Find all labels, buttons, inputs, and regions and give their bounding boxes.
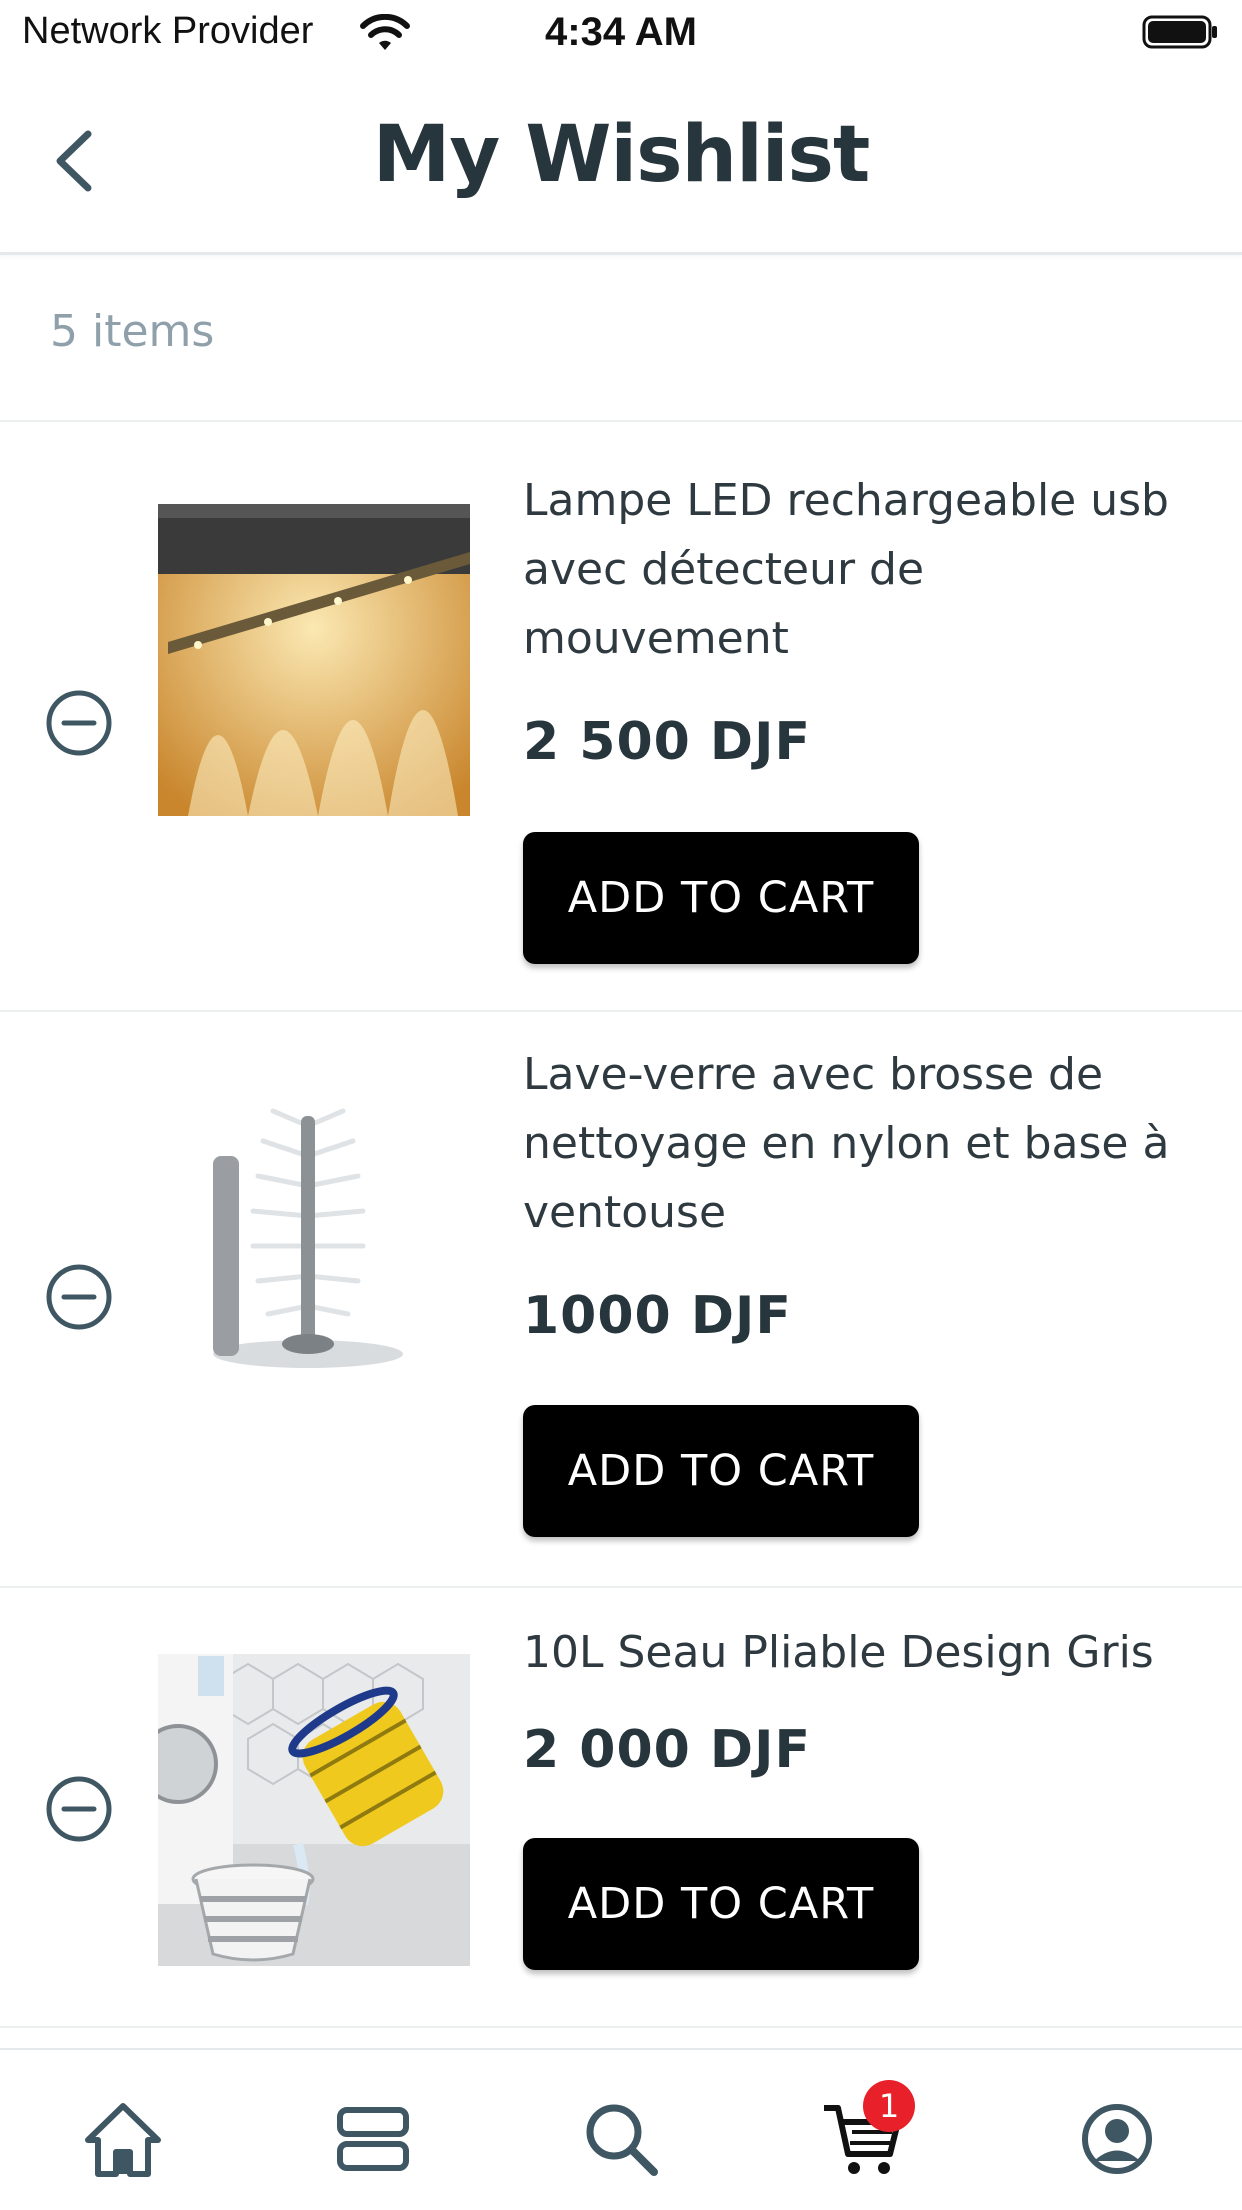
product-title[interactable]: 10L Seau Pliable Design Gris: [523, 1618, 1183, 1687]
wishlist-item: Lave-verre avec brosse de nettoyage en n…: [0, 1012, 1242, 1588]
bottom-tab-bar: [0, 2048, 1242, 2210]
product-image-folding-bucket[interactable]: [158, 1654, 470, 1966]
product-image-glass-brush[interactable]: [158, 1076, 470, 1388]
product-price: 2 500 DJF: [523, 712, 811, 772]
remove-circle-icon[interactable]: [44, 1262, 114, 1332]
profile-icon[interactable]: [1074, 2096, 1160, 2182]
home-icon[interactable]: [80, 2096, 166, 2182]
add-to-cart-button[interactable]: ADD TO CART: [523, 1838, 919, 1970]
product-image-led-lamp[interactable]: [158, 504, 470, 816]
remove-circle-icon[interactable]: [44, 688, 114, 758]
header: My Wishlist: [0, 70, 1242, 255]
wishlist-item: 10L Seau Pliable Design Gris 2 000 DJF A…: [0, 1588, 1242, 2028]
product-title[interactable]: Lampe LED rechargeable usb avec détecteu…: [523, 466, 1183, 673]
item-count-row: 5 items: [0, 254, 1242, 422]
wishlist-item: Lampe LED rechargeable usb avec détecteu…: [0, 422, 1242, 1012]
status-bar: Network Provider 4:34 AM: [0, 0, 1242, 70]
product-price: 2 000 DJF: [523, 1720, 811, 1780]
battery-icon: [1142, 15, 1217, 49]
search-icon[interactable]: [578, 2096, 664, 2182]
product-price: 1000 DJF: [523, 1286, 792, 1346]
remove-circle-icon[interactable]: [44, 1774, 114, 1844]
item-count: 5 items: [50, 306, 215, 357]
clock: 4:34 AM: [545, 10, 697, 54]
cart-count-badge: 1: [863, 2080, 915, 2132]
add-to-cart-button[interactable]: ADD TO CART: [523, 832, 919, 964]
categories-icon[interactable]: [330, 2096, 416, 2182]
add-to-cart-button[interactable]: ADD TO CART: [523, 1405, 919, 1537]
page-title: My Wishlist: [372, 110, 871, 200]
product-title[interactable]: Lave-verre avec brosse de nettoyage en n…: [523, 1040, 1183, 1247]
